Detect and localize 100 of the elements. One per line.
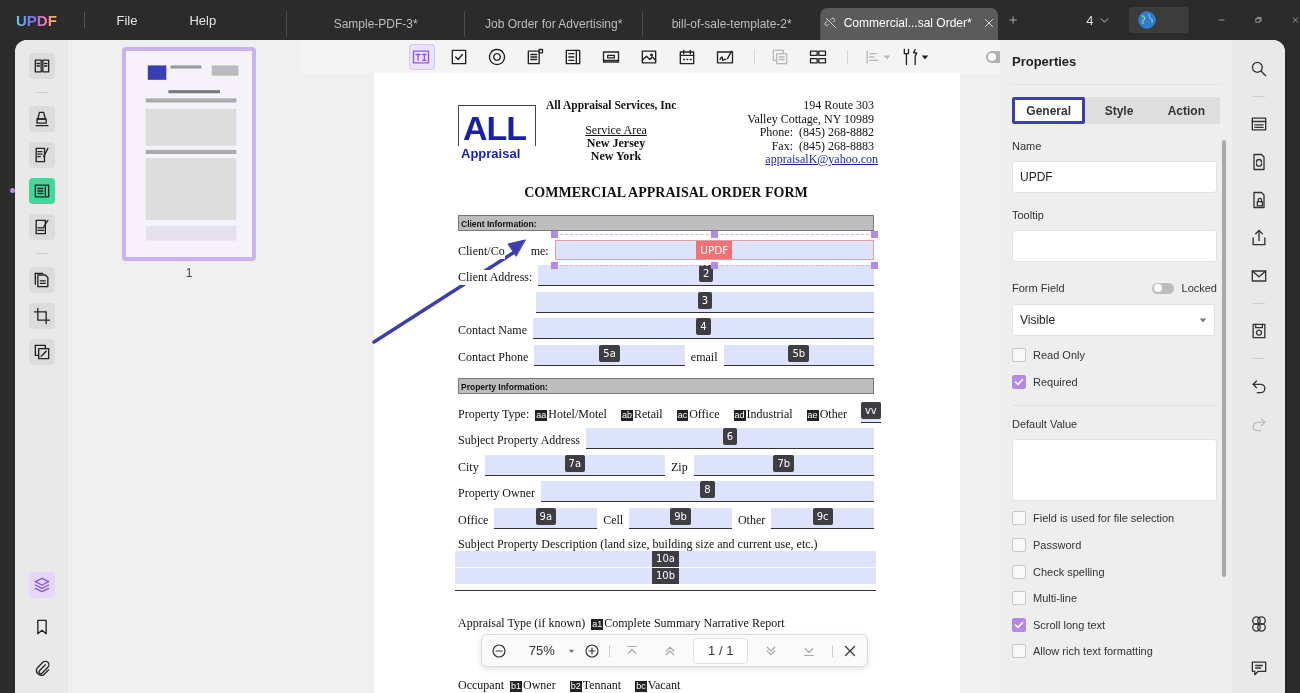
tool-button[interactable] xyxy=(28,214,55,240)
checkbox[interactable] xyxy=(1012,591,1026,606)
checkbox-tag[interactable]: ac xyxy=(676,409,689,421)
form-field[interactable]: 10b xyxy=(455,567,876,584)
tool-button[interactable] xyxy=(28,53,55,79)
form-field[interactable]: 3 xyxy=(536,291,874,313)
zoom-in-icon[interactable] xyxy=(582,641,601,660)
document-tab[interactable]: Sample-PDF-3* xyxy=(286,11,465,37)
resize-handle[interactable] xyxy=(871,230,878,238)
field-tag: 2 xyxy=(699,265,714,283)
menu-item[interactable]: Help xyxy=(183,10,223,30)
checkbox[interactable] xyxy=(1012,564,1026,579)
zoom-level[interactable]: 75% xyxy=(524,643,560,658)
form-field[interactable]: 7b xyxy=(693,454,874,476)
checkbox-tag[interactable]: ae xyxy=(806,409,819,421)
field-tag: 4 xyxy=(696,318,711,336)
caret-icon xyxy=(1199,316,1207,324)
checkbox[interactable] xyxy=(1012,374,1026,389)
checkbox-label: Multi-line xyxy=(1033,592,1077,605)
form-field[interactable]: 9c xyxy=(771,507,874,529)
name-input[interactable]: UPDF xyxy=(1012,161,1217,193)
form-field[interactable]: 7a xyxy=(484,454,665,476)
account-button[interactable] xyxy=(1128,7,1190,33)
resize-handle[interactable] xyxy=(711,230,719,238)
field-label: Client Address: xyxy=(458,270,533,286)
scrollbar[interactable] xyxy=(1222,140,1226,577)
resize-handle[interactable] xyxy=(550,230,558,238)
field-label: Property Owner xyxy=(458,486,535,502)
tab-title: bill-of-sale-template-2* xyxy=(671,17,792,31)
checkbox-tag[interactable]: a1 xyxy=(591,618,604,630)
option-label: Complete Summary Narrative Report xyxy=(604,615,785,631)
field-tag: 3 xyxy=(697,291,713,309)
tool-button[interactable] xyxy=(28,339,55,365)
panel-toggle[interactable] xyxy=(986,50,1000,63)
tool-button[interactable] xyxy=(28,106,55,132)
field-tag: 7a xyxy=(564,454,586,472)
tool-button[interactable] xyxy=(28,178,55,204)
default-value-input[interactable] xyxy=(1012,439,1217,502)
form-field[interactable]: 9b xyxy=(629,507,732,529)
form-field[interactable]: 4 xyxy=(533,318,874,340)
tool-button[interactable] xyxy=(28,267,55,293)
caret-icon xyxy=(883,52,891,61)
form-field[interactable]: 8 xyxy=(541,481,874,503)
checkbox[interactable] xyxy=(1012,538,1026,553)
page-number: 1 xyxy=(185,266,193,280)
resize-handle[interactable] xyxy=(550,261,558,269)
page-thumbnail[interactable] xyxy=(122,47,256,261)
checkbox-tag[interactable]: aa xyxy=(535,409,548,421)
tooltip-input[interactable] xyxy=(1012,230,1217,262)
tab-title: Sample-PDF-3* xyxy=(333,17,418,31)
checkbox-tag[interactable]: ab xyxy=(620,409,633,421)
tool-button[interactable] xyxy=(28,142,55,168)
page-field[interactable]: 1 / 1 xyxy=(693,637,749,664)
tool-button[interactable] xyxy=(28,303,55,329)
form-field[interactable]: 10a xyxy=(455,550,876,567)
locked-toggle[interactable] xyxy=(1151,282,1174,294)
zoom-out-icon[interactable] xyxy=(490,641,508,660)
checkbox-tag[interactable]: ad xyxy=(733,409,746,421)
field-tag: 10b xyxy=(651,567,680,584)
contact-line: Valley Cottage, NY 10989 xyxy=(747,112,874,126)
form-field[interactable]: 2 xyxy=(538,265,874,287)
form-field[interactable]: 6 xyxy=(586,428,874,450)
resize-handle[interactable] xyxy=(711,261,719,269)
field-tag: 6 xyxy=(722,428,738,446)
properties-tab[interactable]: Action xyxy=(1152,97,1220,124)
menu-item[interactable]: File xyxy=(110,10,144,30)
properties-tab[interactable]: Style xyxy=(1085,97,1153,124)
resize-handle[interactable] xyxy=(871,261,878,269)
field-tag: 10a xyxy=(652,550,679,567)
tab-title: Commercial...sal Order* xyxy=(843,15,972,30)
checkbox-tag[interactable]: b2 xyxy=(569,681,582,693)
checkbox[interactable] xyxy=(1012,511,1026,526)
form-field[interactable]: 5b xyxy=(723,344,874,366)
checkbox-tag[interactable]: b1 xyxy=(510,681,522,693)
form-field[interactable]: 5a xyxy=(534,344,685,366)
section-header: Client Information: xyxy=(458,215,874,231)
panel-title: Properties xyxy=(1012,40,1220,85)
properties-tab[interactable]: General xyxy=(1012,97,1086,124)
email-link[interactable]: appraisalK@yahoo.con xyxy=(765,153,878,167)
window-count[interactable]: 4 xyxy=(1080,11,1117,29)
company-name: All Appraisal Services, Inc xyxy=(546,99,677,112)
field-tag: UPDF xyxy=(696,240,733,259)
field-tag: 8 xyxy=(700,481,715,499)
form-field[interactable]: 9a xyxy=(494,507,598,529)
field-label: Occupant xyxy=(458,678,504,693)
checkbox-label: Required xyxy=(1033,375,1078,388)
field-tag: 9b xyxy=(670,507,691,525)
document-tab[interactable]: Job Order for Advertising* xyxy=(464,11,643,37)
checkbox-label: Read Only xyxy=(1033,349,1085,362)
caret-icon xyxy=(921,52,929,61)
checkbox[interactable] xyxy=(1012,644,1026,659)
checkbox[interactable] xyxy=(1012,617,1026,632)
document-tab[interactable]: Commercial...sal Order* xyxy=(820,8,999,40)
field-label: Name xyxy=(1012,140,1043,152)
checkbox[interactable] xyxy=(1012,348,1026,363)
visibility-select[interactable]: Visible xyxy=(1012,304,1215,336)
field-label: Client/Co xyxy=(458,243,505,259)
checkbox-tag[interactable]: bc xyxy=(635,681,647,693)
service-area-heading: Service Area xyxy=(585,124,647,137)
crop-icon xyxy=(31,306,52,326)
